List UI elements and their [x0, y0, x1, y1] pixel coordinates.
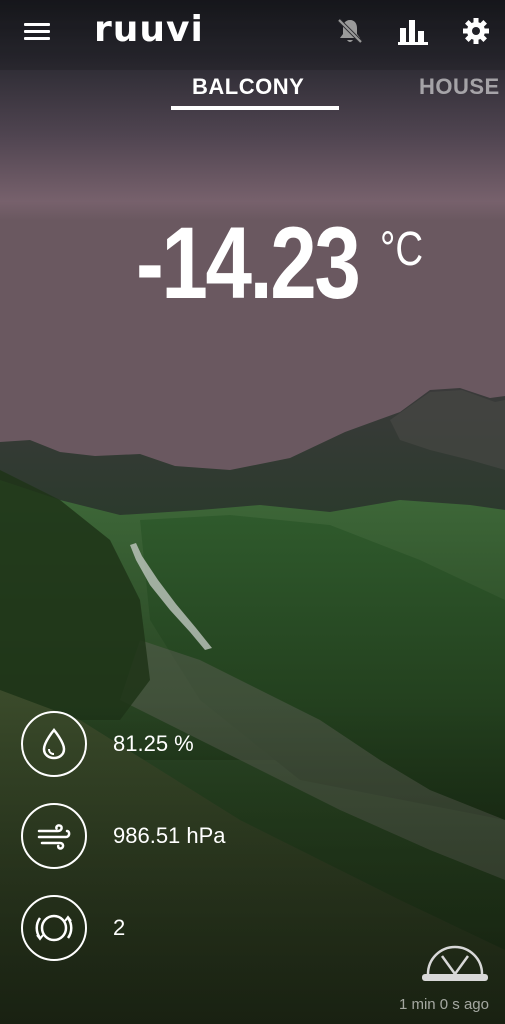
temperature-value: -14.23: [136, 206, 361, 320]
pressure-value: 986.51 hPa: [113, 823, 226, 848]
sensor-screen: ruuvi BALCONY HOUSE -14.23 °C 81.25 % 98…: [0, 0, 505, 1024]
ruuvi-logo: ruuvi: [94, 9, 204, 50]
menu-icon[interactable]: [24, 21, 50, 41]
sensor-tabs: BALCONY HOUSE: [0, 70, 505, 114]
gear-icon[interactable]: [461, 16, 491, 46]
movement-row: 2: [21, 895, 321, 967]
movement-icon: [21, 895, 87, 961]
last-updated-text: 1 min 0 s ago: [398, 996, 489, 1013]
alert-off-bell-icon[interactable]: [335, 16, 365, 46]
temperature-unit: °C: [380, 223, 424, 276]
tab-house[interactable]: HOUSE: [419, 74, 500, 100]
wind-icon: [21, 803, 87, 869]
gateway-signal-icon: [420, 944, 490, 984]
humidity-row: 81.25 %: [21, 711, 321, 783]
active-tab-indicator: [171, 106, 339, 110]
tab-balcony[interactable]: BALCONY: [192, 74, 304, 100]
movement-value: 2: [113, 915, 126, 940]
humidity-value: 81.25 %: [113, 731, 194, 756]
water-drop-icon: [21, 711, 87, 777]
pressure-row: 986.51 hPa: [21, 803, 321, 875]
bar-chart-icon[interactable]: [397, 16, 428, 46]
top-app-bar: ruuvi: [0, 0, 505, 62]
